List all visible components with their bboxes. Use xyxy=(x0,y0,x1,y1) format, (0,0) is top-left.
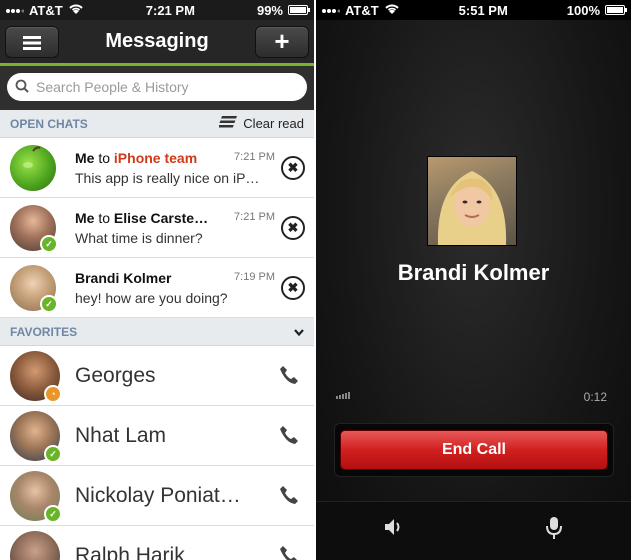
favorite-name: Georges xyxy=(75,363,156,387)
phone-icon[interactable] xyxy=(278,364,300,386)
wifi-icon xyxy=(384,3,400,18)
status-time: 5:51 PM xyxy=(458,2,508,18)
apple-icon xyxy=(23,145,41,168)
caller-photo xyxy=(427,156,517,246)
favorite-row[interactable]: ◔ Georges xyxy=(0,346,314,406)
search-input[interactable]: Search People & History xyxy=(7,73,307,101)
nav-bar: Messaging + xyxy=(0,20,314,63)
wifi-icon xyxy=(68,3,84,18)
close-chat-button[interactable]: ✖ xyxy=(281,216,305,240)
phone-icon[interactable] xyxy=(278,544,300,560)
online-status-icon: ✓ xyxy=(40,234,58,253)
chevron-down-icon xyxy=(294,325,304,339)
phone-icon[interactable] xyxy=(278,484,300,506)
favorite-name: Nhat Lam xyxy=(75,423,167,447)
avatar: ✓ xyxy=(10,530,60,560)
chat-time: 7:19 PM xyxy=(234,270,275,283)
favorite-row[interactable]: ✓ Nhat Lam xyxy=(0,406,314,466)
close-chat-button[interactable]: ✖ xyxy=(281,156,305,180)
end-call-container: End Call xyxy=(334,423,614,477)
favorite-row[interactable]: ✓ Nickolay Poniat… xyxy=(0,466,314,526)
chat-row[interactable]: ✓ Me to Elise Carste… 7:21 PM What time … xyxy=(0,198,314,258)
avatar: ◔ xyxy=(10,350,62,403)
chat-time: 7:21 PM xyxy=(234,150,275,163)
add-button[interactable]: + xyxy=(254,25,309,58)
battery-percent: 99% xyxy=(256,2,283,18)
call-controls xyxy=(316,501,631,560)
clear-read-button[interactable]: Clear read xyxy=(218,116,304,131)
call-background: Brandi Kolmer 0:12 End Call xyxy=(316,20,631,560)
status-time: 7:21 PM xyxy=(145,2,195,18)
battery-icon xyxy=(288,5,310,15)
messaging-screen: AT&T 7:21 PM 99% Messaging + Search Peop… xyxy=(0,0,314,560)
signal-icon xyxy=(6,3,25,18)
stack-icon xyxy=(218,116,238,131)
favorite-name: Nickolay Poniat… xyxy=(75,483,241,507)
status-bar: AT&T 5:51 PM 100% xyxy=(316,0,631,20)
phone-icon[interactable] xyxy=(278,424,300,446)
caller-name: Brandi Kolmer xyxy=(397,260,550,285)
open-chats-header: OPEN CHATS Clear read xyxy=(0,110,314,138)
favorite-name: Ralph Harik xyxy=(75,543,185,560)
call-quality-icon xyxy=(336,392,350,399)
search-bar: Search People & History xyxy=(0,66,314,110)
menu-button[interactable] xyxy=(5,25,59,58)
clear-read-label: Clear read xyxy=(243,116,304,131)
away-status-icon: ◔ xyxy=(44,384,62,403)
avatar xyxy=(10,144,56,191)
avatar: ✓ xyxy=(10,470,62,523)
online-status-icon: ✓ xyxy=(44,444,62,463)
carrier-label: AT&T xyxy=(29,2,63,18)
status-bar: AT&T 7:21 PM 99% xyxy=(0,0,314,20)
avatar: ✓ xyxy=(10,264,58,313)
favorite-row[interactable]: ✓ Ralph Harik xyxy=(0,526,314,560)
chat-title: Me to iPhone team xyxy=(75,149,198,166)
search-placeholder: Search People & History xyxy=(36,79,189,95)
search-icon xyxy=(15,79,29,96)
signal-icon xyxy=(322,3,341,18)
battery-icon xyxy=(605,5,627,15)
call-screen: AT&T 5:51 PM 100% Brandi Kolmer 0:12 End… xyxy=(316,0,631,560)
chat-row[interactable]: ✓ Brandi Kolmer 7:19 PM hey! how are you… xyxy=(0,258,314,318)
close-chat-button[interactable]: ✖ xyxy=(281,276,305,300)
end-call-button[interactable]: End Call xyxy=(340,430,608,470)
menu-icon xyxy=(23,26,41,57)
chat-title: Me to Elise Carste… xyxy=(75,209,209,226)
chat-preview: This app is really nice on iP… xyxy=(75,169,260,186)
chat-preview: hey! how are you doing? xyxy=(75,289,228,306)
microphone-icon[interactable] xyxy=(545,516,563,545)
chat-row[interactable]: Me to iPhone team 7:21 PM This app is re… xyxy=(0,138,314,198)
battery-percent: 100% xyxy=(566,2,600,18)
chat-title: Brandi Kolmer xyxy=(75,269,172,286)
open-chats-title: OPEN CHATS xyxy=(10,116,88,131)
avatar: ✓ xyxy=(10,410,62,463)
page-title: Messaging xyxy=(105,30,209,52)
online-status-icon: ✓ xyxy=(40,294,58,313)
speaker-icon[interactable] xyxy=(382,516,404,543)
online-status-icon: ✓ xyxy=(44,504,62,523)
plus-icon: + xyxy=(274,26,290,56)
chat-time: 7:21 PM xyxy=(234,210,275,223)
avatar: ✓ xyxy=(10,204,58,253)
call-duration: 0:12 xyxy=(583,390,607,404)
favorites-title: FAVORITES xyxy=(10,324,78,339)
favorites-header[interactable]: FAVORITES xyxy=(0,318,314,346)
carrier-label: AT&T xyxy=(345,2,379,18)
chat-preview: What time is dinner? xyxy=(75,229,203,246)
